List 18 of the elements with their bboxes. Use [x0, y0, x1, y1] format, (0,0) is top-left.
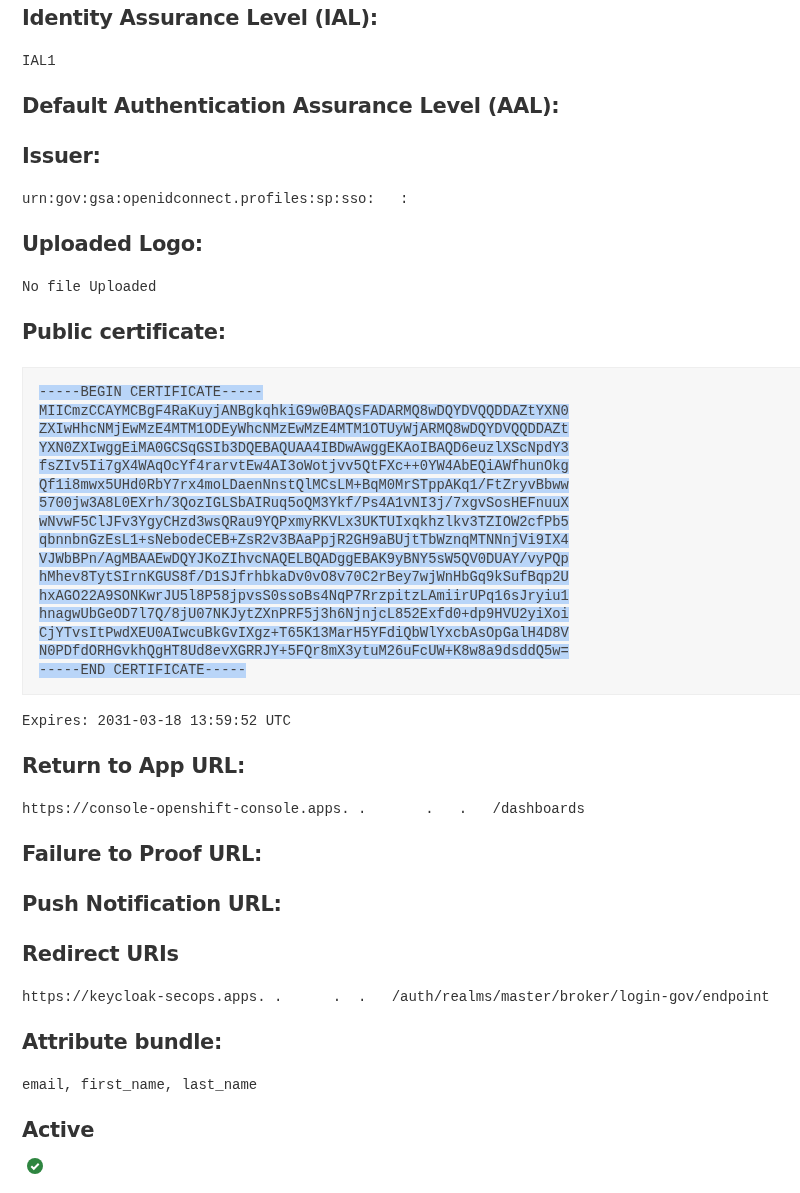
section-heading: Return to App URL:: [22, 753, 247, 780]
field-value: No file Uploaded: [22, 278, 158, 297]
section-heading: Identity Assurance Level (IAL):: [22, 5, 379, 32]
section-heading: Default Authentication Assurance Level (AAL):: [22, 93, 561, 120]
expiry-text: Expires: 2031-03-18 13:59:52 UTC: [22, 712, 292, 731]
field-value: IAL1: [22, 52, 57, 71]
section-heading: Issuer:: [22, 143, 102, 170]
section-heading: Public certificate:: [22, 319, 227, 346]
section-heading: Uploaded Logo:: [22, 231, 204, 258]
section-heading: Failure to Proof URL:: [22, 841, 264, 868]
field-value: urn:gov:gsa:openidconnect.profiles:sp:sso: :: [22, 190, 410, 209]
field-value: email, first_name, last_name: [22, 1076, 259, 1095]
section-heading: Push Notification URL:: [22, 891, 283, 918]
section-heading: Redirect URIs: [22, 941, 180, 968]
section-heading: Attribute bundle:: [22, 1029, 224, 1056]
section-heading: Active: [22, 1117, 96, 1144]
field-value: https://keycloak-secops.apps. . . . /auth/realms/master/broker/login-gov/endpoint: [22, 988, 771, 1007]
field-value: https://console-openshift-console.apps. . . . /dashboards: [22, 800, 586, 819]
